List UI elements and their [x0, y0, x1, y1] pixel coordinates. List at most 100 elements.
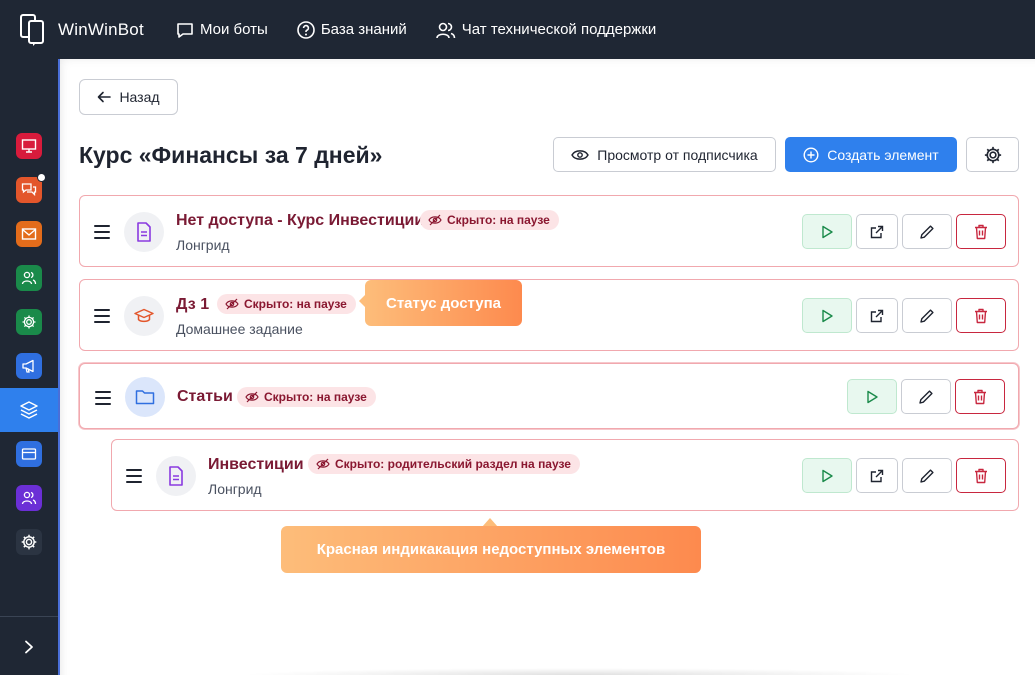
- element-title[interactable]: Инвестиции: [208, 456, 304, 474]
- element-title[interactable]: Нет доступа - Курс Инвестиции: [176, 212, 424, 230]
- eye-off-icon: [225, 298, 239, 310]
- delete-button[interactable]: [956, 214, 1006, 249]
- nav-knowledge-base[interactable]: База знаний: [296, 20, 407, 40]
- delete-button[interactable]: [956, 298, 1006, 333]
- play-button[interactable]: [847, 379, 897, 414]
- main-content: Назад Курс «Финансы за 7 дней» Просмотр …: [60, 59, 1035, 675]
- edit-button[interactable]: [902, 298, 952, 333]
- card-icon: [16, 441, 42, 467]
- trash-icon: [975, 308, 987, 323]
- course-settings-button[interactable]: [966, 137, 1019, 172]
- arrow-left-icon: [98, 91, 112, 103]
- nav-support-chat-label: Чат технической поддержки: [461, 21, 657, 38]
- subscriber-preview-button[interactable]: Просмотр от подписчика: [553, 137, 776, 172]
- notification-dot: [37, 173, 46, 182]
- delete-button[interactable]: [955, 379, 1005, 414]
- sidebar-item-chats[interactable]: [0, 168, 58, 212]
- nav-support-chat[interactable]: Чат технической поддержки: [435, 20, 657, 40]
- gear-icon: [16, 529, 42, 555]
- sidebar-item-broadcasts[interactable]: [0, 344, 58, 388]
- trash-icon: [975, 468, 987, 483]
- sidebar-item-contacts[interactable]: [0, 256, 58, 300]
- play-icon: [822, 309, 833, 322]
- play-button[interactable]: [802, 298, 852, 333]
- trash-icon: [975, 224, 987, 239]
- access-status-badge: Скрыто: на паузе: [217, 294, 356, 314]
- sidebar-item-courses[interactable]: [0, 388, 58, 432]
- section-title[interactable]: Статьи: [177, 388, 233, 406]
- course-section-row[interactable]: Статьи Скрыто: на паузе: [79, 363, 1019, 429]
- drag-handle-icon[interactable]: [94, 225, 110, 239]
- back-button-label: Назад: [119, 89, 160, 105]
- sidebar-item-automation[interactable]: [0, 300, 58, 344]
- eye-icon: [571, 149, 590, 160]
- sidebar-divider: [0, 616, 58, 617]
- external-link-icon: [870, 225, 884, 238]
- top-bar: WinWinBot Мои боты База знаний Чат техни…: [0, 0, 1035, 59]
- course-element-row[interactable]: Нет доступа - Курс Инвестиции Скрыто: на…: [79, 195, 1019, 267]
- edit-button[interactable]: [902, 458, 952, 493]
- element-title[interactable]: Дз 1: [176, 296, 209, 314]
- course-element-row[interactable]: Дз 1 Скрыто: на паузе Домашнее задание: [79, 279, 1019, 351]
- users-icon: [435, 22, 456, 38]
- access-status-badge: Скрыто: родительский раздел на паузе: [308, 454, 580, 474]
- chat-bubble-icon: [177, 22, 193, 38]
- sidebar-expand-button[interactable]: [0, 625, 58, 669]
- access-status-text: Скрыто: родительский раздел на паузе: [335, 457, 571, 471]
- brand[interactable]: WinWinBot: [0, 13, 175, 46]
- pencil-icon: [919, 389, 933, 404]
- play-icon: [867, 390, 878, 403]
- sidebar-item-team[interactable]: [0, 476, 58, 520]
- nav-knowledge-base-label: База знаний: [320, 21, 407, 38]
- access-status-text: Скрыто: на паузе: [447, 213, 550, 227]
- access-status-callout: Статус доступа: [365, 280, 522, 326]
- play-button[interactable]: [802, 214, 852, 249]
- open-external-button[interactable]: [856, 298, 898, 333]
- play-icon: [822, 225, 833, 238]
- access-status-text: Скрыто: на паузе: [244, 297, 347, 311]
- trash-icon: [974, 389, 986, 404]
- element-type-label: Лонгрид: [208, 481, 262, 497]
- back-button[interactable]: Назад: [79, 79, 178, 115]
- page-title: Курс «Финансы за 7 дней»: [79, 142, 383, 168]
- phone-logo-icon: [20, 13, 46, 46]
- red-indication-callout: Красная индикакация недоступных элементо…: [281, 526, 701, 573]
- open-external-button[interactable]: [856, 458, 898, 493]
- pencil-icon: [920, 224, 934, 239]
- drag-handle-icon[interactable]: [94, 309, 110, 323]
- nav-my-bots[interactable]: Мои боты: [175, 20, 268, 40]
- help-circle-icon: [297, 20, 315, 39]
- play-button[interactable]: [802, 458, 852, 493]
- drag-handle-icon[interactable]: [126, 469, 142, 483]
- edit-button[interactable]: [902, 214, 952, 249]
- eye-off-icon: [428, 214, 442, 226]
- chat-icon: [16, 173, 46, 203]
- eye-off-icon: [245, 391, 259, 403]
- delete-button[interactable]: [956, 458, 1006, 493]
- sidebar-item-settings[interactable]: [0, 520, 58, 564]
- sidebar-item-payments[interactable]: [0, 432, 58, 476]
- element-type-label: Домашнее задание: [176, 321, 303, 337]
- sidebar-item-mail[interactable]: [0, 212, 58, 256]
- access-status-badge: Скрыто: на паузе: [237, 387, 376, 407]
- folder-icon: [125, 377, 165, 417]
- chevron-right-icon: [25, 640, 33, 654]
- group-icon: [16, 485, 42, 511]
- access-status-text: Скрыто: на паузе: [264, 390, 367, 404]
- edit-button[interactable]: [901, 379, 951, 414]
- document-icon: [124, 212, 164, 252]
- sidebar-item-presentations[interactable]: [0, 124, 58, 168]
- pencil-icon: [920, 468, 934, 483]
- subscriber-preview-label: Просмотр от подписчика: [597, 146, 758, 163]
- course-element-row-nested[interactable]: Инвестиции Скрыто: родительский раздел н…: [111, 439, 1019, 511]
- drag-handle-icon[interactable]: [95, 391, 111, 405]
- eye-off-icon: [316, 458, 330, 470]
- presentation-icon: [16, 133, 42, 159]
- mail-icon: [16, 221, 42, 247]
- play-icon: [822, 469, 833, 482]
- open-external-button[interactable]: [856, 214, 898, 249]
- contacts-icon: [16, 265, 42, 291]
- create-element-button[interactable]: Создать элемент: [785, 137, 957, 172]
- sidebar: [0, 59, 60, 675]
- create-element-label: Создать элемент: [827, 146, 939, 163]
